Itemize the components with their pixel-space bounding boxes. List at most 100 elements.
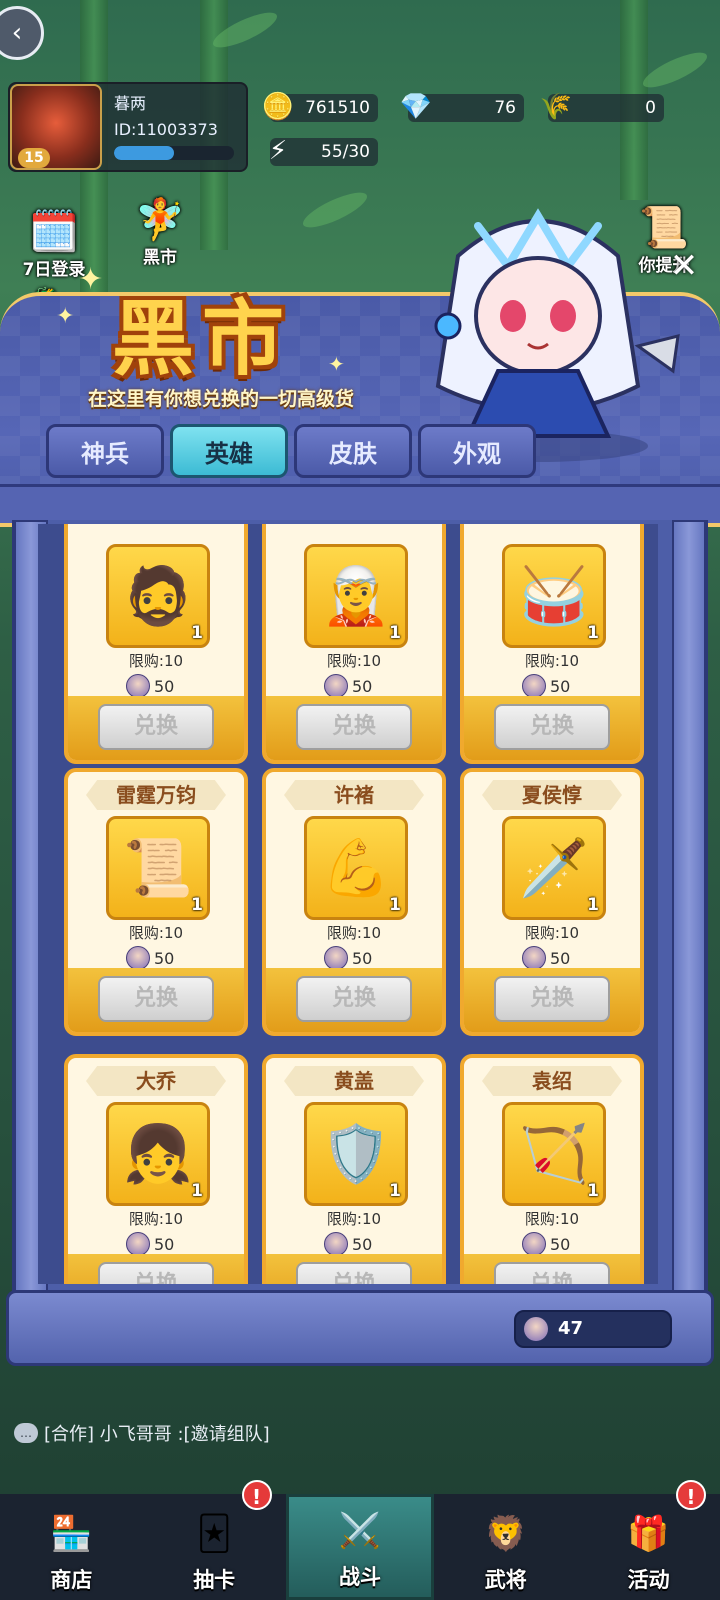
- item-icon-frame[interactable]: 🏹 1: [502, 1102, 606, 1206]
- stamina-resource[interactable]: ⚡ 55/30: [269, 137, 378, 166]
- war-drum-icon: 🥁: [519, 564, 589, 629]
- item-cost-value: 50: [352, 676, 373, 696]
- purchase-limit: 限购:10: [326, 652, 382, 670]
- purchase-limit: 限购:10: [524, 924, 580, 942]
- purchase-limit: 限购:10: [524, 1210, 580, 1228]
- item-icon-frame[interactable]: 🛡️ 1: [304, 1102, 408, 1206]
- item-icon-frame[interactable]: 👧 1: [106, 1102, 210, 1206]
- nav-card-draw[interactable]: ! 🃏 抽卡: [143, 1480, 286, 1600]
- exchange-button[interactable]: 兑换: [296, 1262, 412, 1284]
- chat-bar[interactable]: … [合作] 小飞哥哥 :[邀请组队]: [14, 1420, 270, 1446]
- chat-message: [合作] 小飞哥哥 :[邀请组队]: [44, 1424, 270, 1445]
- purchase-limit: 限购:10: [128, 652, 184, 670]
- hero-token-icon: [522, 946, 546, 970]
- gold-value: 761510: [305, 98, 370, 118]
- item-icon-frame[interactable]: 🧔 1: [106, 544, 210, 648]
- item-quantity: 1: [389, 895, 401, 915]
- gem-value: 76: [494, 98, 516, 118]
- card-draw-icon: 🃏: [196, 1514, 232, 1554]
- item-card: 许褚 💪 1 限购:10 50 兑换: [262, 768, 446, 1036]
- purchase-limit: 限购:10: [326, 924, 382, 942]
- nav-shop-label: 商店: [50, 1568, 93, 1592]
- exchange-button[interactable]: 兑换: [494, 976, 610, 1022]
- sparkle-decoration: ✦: [56, 304, 75, 329]
- event-icon: 🎁: [627, 1514, 670, 1554]
- stamina-icon: ⚡: [268, 136, 288, 166]
- item-name: 雷霆万钧: [86, 780, 226, 810]
- gold-resource[interactable]: 🪙 761510: [262, 93, 378, 122]
- item-cost: 50: [522, 674, 570, 698]
- item-cost: 50: [126, 946, 174, 970]
- calendar-icon: 🗓️: [29, 209, 79, 255]
- player-profile[interactable]: 15 暮两 ID:11003373: [8, 82, 248, 172]
- item-name: 大乔: [86, 1066, 226, 1096]
- item-quantity: 1: [191, 623, 203, 643]
- player-name: 暮两: [114, 94, 147, 113]
- nav-battle-label: 战斗: [338, 1565, 381, 1589]
- item-icon-frame[interactable]: 📜 1: [106, 816, 210, 920]
- item-icon-frame[interactable]: 🧝 1: [304, 544, 408, 648]
- shop-title: 黑市: [112, 291, 293, 387]
- exchange-button[interactable]: 兑换: [494, 1262, 610, 1284]
- item-icon-frame[interactable]: 💪 1: [304, 816, 408, 920]
- gem-resource[interactable]: 💎 76: [400, 93, 524, 122]
- item-cost-value: 50: [352, 1234, 373, 1254]
- hero-token-balance: 47: [514, 1310, 672, 1348]
- nav-general[interactable]: 🦁 武将: [434, 1494, 577, 1600]
- back-button[interactable]: ‹: [0, 6, 44, 60]
- item-quantity: 1: [587, 895, 599, 915]
- leaf-decoration: [639, 46, 711, 94]
- yuan-shao-hero-icon: 🏹: [519, 1122, 589, 1187]
- tab-divine-weapon[interactable]: 神兵: [46, 424, 164, 478]
- item-card: 🧝 1 限购:10 50 兑换: [262, 524, 446, 764]
- nav-event-label: 活动: [627, 1568, 670, 1592]
- tab-hero[interactable]: 英雄: [170, 424, 288, 478]
- nav-general-label: 武将: [484, 1568, 527, 1592]
- hero-token-icon: [524, 1317, 548, 1341]
- exchange-button[interactable]: 兑换: [296, 976, 412, 1022]
- nav-shop[interactable]: 🏪 商店: [0, 1494, 143, 1600]
- item-grid-scroll[interactable]: 🧔 1 限购:10 50 兑换 🧝 1 限购:10 50 兑换 🥁 1 限购:1…: [38, 524, 658, 1284]
- black-market-entry-button[interactable]: 🧚 黑市: [120, 196, 200, 268]
- exchange-button[interactable]: 兑换: [98, 704, 214, 750]
- gold-coin-icon: 🪙: [261, 92, 295, 122]
- item-card: 🥁 1 限购:10 50 兑换: [460, 524, 644, 764]
- item-name: 黄盖: [284, 1066, 424, 1096]
- item-cost-value: 50: [550, 676, 571, 696]
- tab-skin[interactable]: 皮肤: [294, 424, 412, 478]
- wheat-resource[interactable]: 🌾 0: [540, 93, 664, 122]
- hero-token-value: 47: [558, 1318, 584, 1339]
- hero-token-icon: [324, 946, 348, 970]
- wheat-value: 0: [645, 98, 656, 118]
- huang-gai-hero-icon: 🛡️: [321, 1122, 391, 1187]
- exp-bar-fill: [114, 146, 174, 160]
- item-cost: 50: [522, 946, 570, 970]
- shop-tabs: 神兵 英雄 皮肤 外观: [46, 424, 536, 478]
- item-cost: 50: [126, 1232, 174, 1256]
- item-cost: 50: [522, 1232, 570, 1256]
- item-cost: 50: [126, 674, 174, 698]
- exchange-button[interactable]: 兑换: [494, 704, 610, 750]
- item-card: 黄盖 🛡️ 1 限购:10 50 兑换: [262, 1054, 446, 1284]
- nav-event[interactable]: ! 🎁 活动: [577, 1480, 720, 1600]
- item-quantity: 1: [587, 1181, 599, 1201]
- item-cost-value: 50: [154, 676, 175, 696]
- item-icon-frame[interactable]: 🗡️ 1: [502, 816, 606, 920]
- item-icon-frame[interactable]: 🥁 1: [502, 544, 606, 648]
- exchange-button[interactable]: 兑换: [98, 1262, 214, 1284]
- item-quantity: 1: [389, 1181, 401, 1201]
- alert-badge-icon: !: [241, 1480, 272, 1510]
- battle-icon: ⚔️: [338, 1511, 382, 1551]
- exchange-button[interactable]: 兑换: [98, 976, 214, 1022]
- item-cost-value: 50: [154, 948, 175, 968]
- close-button[interactable]: ✕: [666, 248, 702, 284]
- tab-appearance[interactable]: 外观: [418, 424, 536, 478]
- nav-battle[interactable]: ⚔️ 战斗: [285, 1494, 435, 1600]
- black-market-icon: 🧚: [135, 197, 185, 243]
- purchase-limit: 限购:10: [524, 652, 580, 670]
- player-id: ID:11003373: [114, 120, 218, 139]
- exchange-button[interactable]: 兑换: [296, 704, 412, 750]
- hero-token-icon: [324, 674, 348, 698]
- item-name: 袁绍: [482, 1066, 622, 1096]
- item-cost: 50: [324, 674, 372, 698]
